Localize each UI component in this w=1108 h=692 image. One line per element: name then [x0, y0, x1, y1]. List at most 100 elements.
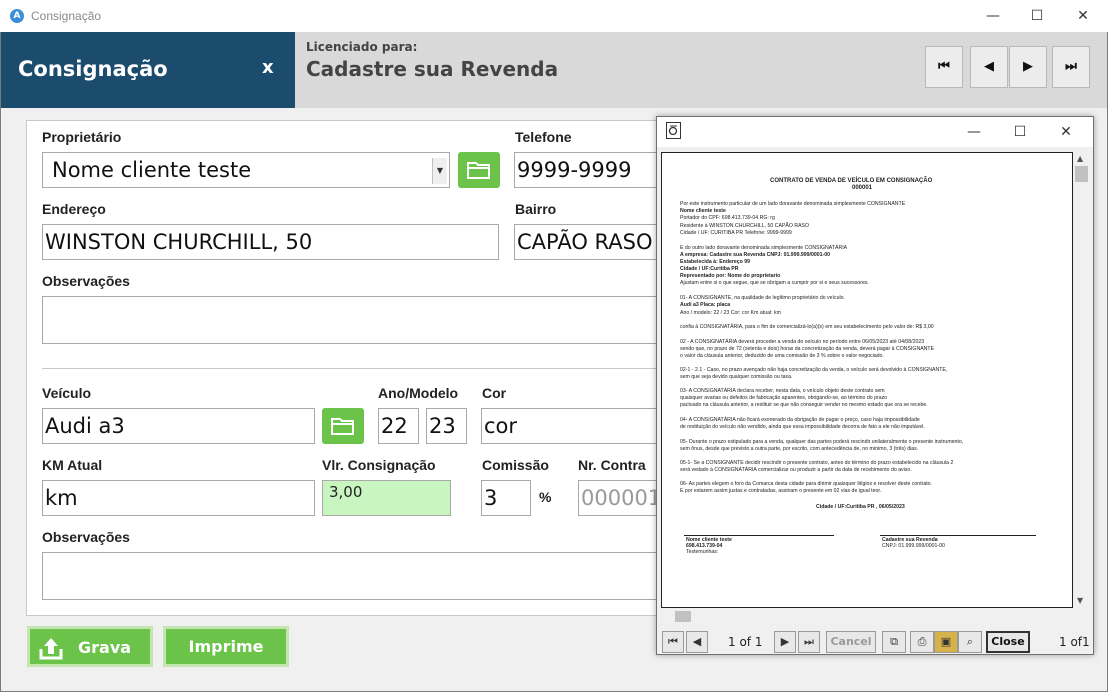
scroll-up-icon[interactable]: ▲ — [1077, 154, 1083, 163]
km-label: KM Atual — [42, 457, 103, 473]
contract-number-label: Nr. Contra — [578, 457, 646, 473]
save-button[interactable]: Grava — [27, 626, 153, 667]
save-label: Grava — [78, 638, 132, 657]
contract-line: Estabelecida à: Endereço 99 — [680, 259, 751, 265]
vehicle-label: Veículo — [42, 385, 92, 401]
signer2-doc: CNPJ: 01.999.999/0001-00 — [882, 543, 945, 549]
last-record-button[interactable]: ⏭ — [1052, 46, 1090, 88]
color-input[interactable]: cor — [481, 408, 666, 444]
close-window-button[interactable]: ✕ — [1060, 0, 1106, 32]
section-divider — [42, 368, 666, 369]
contract-line: 02-1 - 2.1 - Caso, no prazo avençado não… — [680, 367, 948, 373]
owner-select[interactable]: Nome cliente teste — [42, 152, 450, 188]
page-setup-icon[interactable]: ⧉ — [882, 631, 906, 653]
hscroll-thumb[interactable] — [675, 611, 691, 622]
contract-line: Nome cliente teste — [680, 208, 726, 214]
signature-line — [684, 535, 834, 536]
contract-line: Representado por: Nome do proprietario — [680, 273, 781, 279]
upload-icon — [39, 638, 63, 660]
contract-number: 000001 — [852, 185, 873, 191]
consign-value-input[interactable]: 3,00 — [322, 480, 451, 516]
open-owner-button[interactable] — [458, 152, 500, 188]
report-icon — [666, 122, 681, 139]
previous-record-button[interactable]: ◀ — [970, 46, 1008, 88]
licensed-value: Cadastre sua Revenda — [306, 57, 559, 81]
district-label: Bairro — [515, 201, 557, 217]
model-year-input[interactable]: 23 — [426, 408, 467, 444]
contract-line: será vedado à CONSIGNATÁRIA comercializa… — [680, 467, 912, 473]
contract-line: 05- Durante o prazo estipulado para a ve… — [680, 439, 964, 445]
first-record-button[interactable]: ⏮ — [925, 46, 963, 88]
phone-label: Telefone — [515, 129, 572, 145]
contract-line: E do outro lado doravante denominada sim… — [680, 245, 848, 251]
viewer-vertical-scrollbar[interactable]: ▲ ▼ — [1073, 152, 1090, 608]
owner-label: Proprietário — [42, 129, 122, 145]
contract-line: 01- A CONSIGNANTE, na qualidade de legít… — [680, 295, 845, 301]
viewer-close-button[interactable]: ✕ — [1043, 117, 1089, 147]
app-icon: A — [10, 9, 24, 23]
notes2-textarea[interactable] — [42, 552, 666, 600]
print-button[interactable]: Imprime — [163, 626, 289, 667]
address-label: Endereço — [42, 201, 106, 217]
viewer-minimize-button[interactable]: — — [951, 117, 997, 147]
close-form-button[interactable]: x — [262, 57, 274, 78]
vehicle-input[interactable]: Audi a3 — [42, 408, 315, 444]
next-record-button[interactable]: ▶ — [1009, 46, 1047, 88]
commission-label: Comissão — [482, 457, 549, 473]
signature-line — [880, 535, 1036, 536]
page-indicator: 1 of 1 — [728, 635, 763, 649]
close-button[interactable]: Close — [986, 631, 1030, 653]
open-vehicle-button[interactable] — [322, 408, 364, 444]
contract-line: A empresa: Cadastre sua Revenda CNPJ: 01… — [680, 252, 831, 258]
phone-input[interactable]: 9999-9999 — [514, 152, 666, 188]
year-model-label: Ano/Modelo — [378, 385, 459, 401]
notes1-textarea[interactable] — [42, 296, 666, 344]
commission-input[interactable]: 3 — [481, 480, 531, 516]
color-label: Cor — [482, 385, 507, 401]
contract-place-date: Cidade / UF:Curitiba PR , 06/05/2023 — [816, 504, 905, 510]
contract-line: Ano / modelo: 22 / 23 Cor: cor Km atual:… — [680, 310, 781, 316]
contract-line: 04- A CONSIGNATÁRIA não ficará exonerado… — [680, 417, 920, 423]
address-input[interactable]: WINSTON CHURCHILL, 50 — [42, 224, 499, 260]
contract-line: confia à CONSIGNATÁRIA, para o fim de co… — [680, 324, 934, 330]
contract-line: Cidade / UF:Curitiba PR — [680, 266, 739, 272]
contract-line: Portador do CPF: 698.413.739-04 RG: rg — [680, 215, 775, 221]
km-input[interactable]: km — [42, 480, 315, 516]
contract-line: Por este instrumento particular de um la… — [680, 201, 906, 207]
district-input[interactable]: CAPÃO RASO — [514, 224, 666, 260]
first-page-button[interactable]: ⏮ — [662, 631, 684, 653]
contract-line: sem que seja devido qualquer comissão ou… — [680, 374, 793, 380]
contract-line: 03- A CONSIGNATÁRIA declara receber, nes… — [680, 388, 885, 394]
export-icon[interactable]: ▣ — [934, 631, 958, 653]
contract-line: o valor da cláusula anterior, deduzido d… — [680, 353, 884, 359]
contract-line: Ajustam entre si o que segue, que se obr… — [680, 280, 869, 286]
licensed-label: Licenciado para: — [306, 40, 418, 54]
contract-line: E por estarem assim justas e contratadas… — [680, 488, 882, 494]
minimize-button[interactable]: — — [970, 0, 1016, 32]
contract-line: 05-1- Se a CONSIGNANTE decidir rescindir… — [680, 460, 954, 466]
scroll-down-icon[interactable]: ▼ — [1077, 596, 1083, 605]
contract-line: sem ônus, desde que previsto a outra par… — [680, 446, 919, 452]
zoom-icon[interactable]: ⌕ — [958, 631, 982, 653]
folder-icon — [331, 418, 354, 435]
contract-number-input[interactable]: 000001 — [578, 480, 666, 516]
contract-line: Residente à WINSTON CHURCHILL, 50 CAPÃO … — [680, 223, 810, 229]
viewer-maximize-button[interactable]: ☐ — [997, 117, 1043, 147]
print-icon[interactable]: ⎙ — [910, 631, 934, 653]
next-page-button[interactable]: ▶ — [774, 631, 796, 653]
viewer-horizontal-scrollbar[interactable] — [661, 608, 1073, 625]
dropdown-arrow-icon[interactable]: ▼ — [432, 158, 447, 184]
title-bar — [0, 0, 1108, 32]
folder-icon — [467, 162, 490, 179]
previous-page-button[interactable]: ◀ — [686, 631, 708, 653]
maximize-button[interactable]: ☐ — [1014, 0, 1060, 32]
cancel-button[interactable]: Cancel — [826, 631, 876, 653]
contract-line: de restituição do veículo não vendido, a… — [680, 424, 925, 430]
scroll-thumb[interactable] — [1075, 166, 1088, 182]
last-page-button[interactable]: ⏭ — [798, 631, 820, 653]
year-input[interactable]: 22 — [378, 408, 419, 444]
owner-value: Nome cliente teste — [52, 158, 252, 182]
contract-line: Cidade / UF: CURITIBA PR Telefone: 9999-… — [680, 230, 792, 236]
contract-line: pactuado na cláusula anterior, a restitu… — [680, 402, 928, 408]
contract-line: quaisquer avarias ou defeitos de fabrica… — [680, 395, 888, 401]
